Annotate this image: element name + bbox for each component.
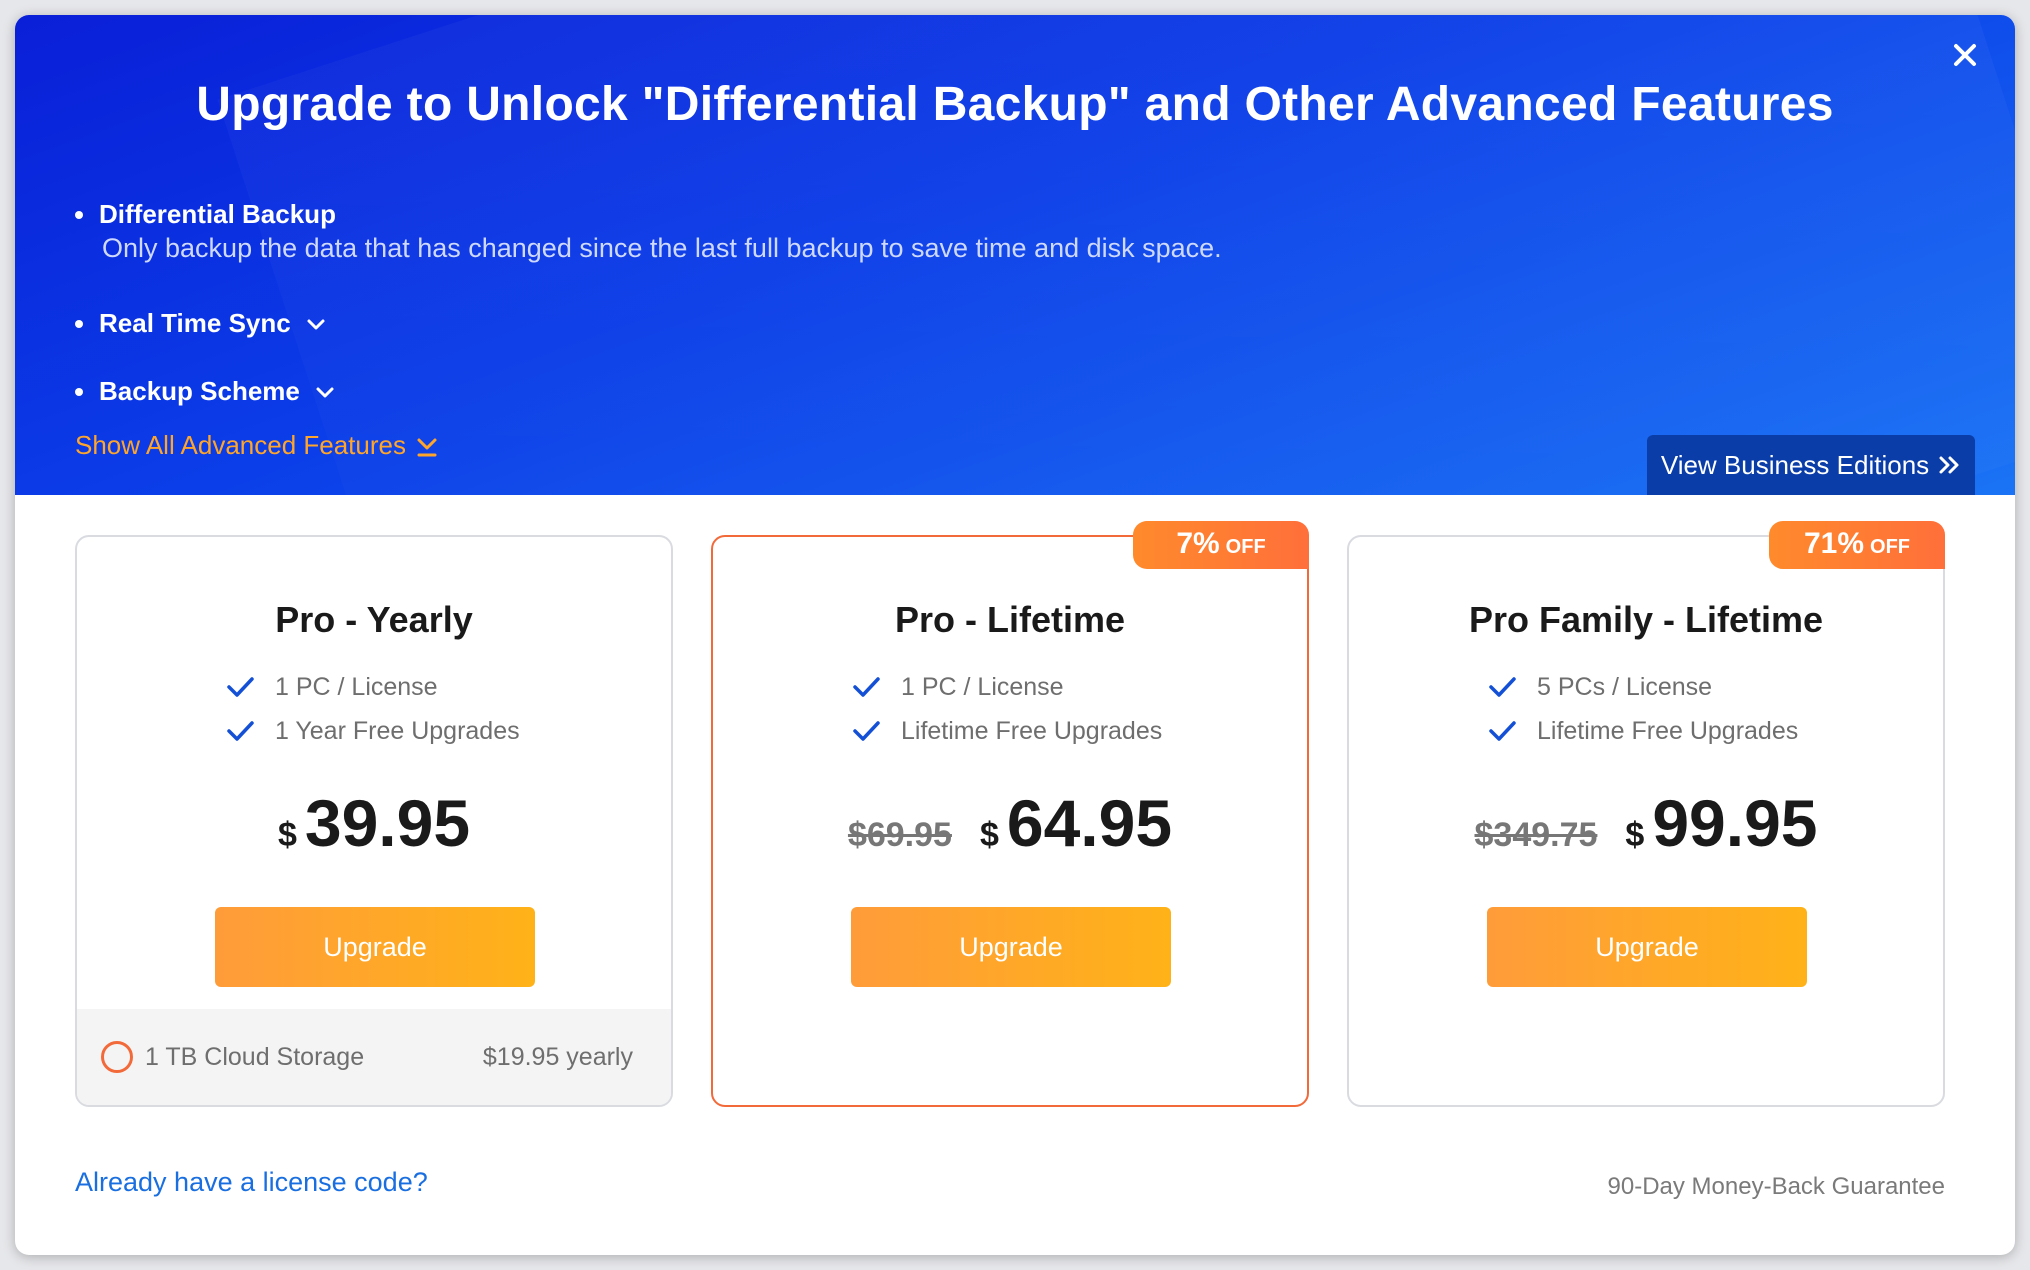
original-price: $349.75 [1474, 816, 1598, 854]
discount-percent: 71% [1803, 527, 1865, 560]
currency-symbol: $ [979, 816, 999, 854]
check-icon [851, 716, 881, 746]
view-business-editions-button[interactable]: View Business Editions [1647, 435, 1975, 495]
plan-feature-item: Lifetime Free Upgrades [851, 709, 1162, 753]
chevron-down-icon [314, 381, 336, 403]
plan-feature-list: 1 PC / License Lifetime Free Upgrades [851, 665, 1162, 753]
check-icon [1487, 716, 1517, 746]
discount-off-label: OFF [1870, 536, 1911, 558]
dialog-title: Upgrade to Unlock "Differential Backup" … [196, 78, 1834, 131]
feature-name: Backup Scheme [99, 376, 300, 406]
plan-card-pro-family-lifetime: 71% OFF Pro Family - Lifetime 5 PCs / Li… [1347, 521, 1945, 1107]
feature-backup-scheme[interactable]: Backup Scheme [75, 376, 336, 407]
discount-off-label: OFF [1225, 536, 1266, 558]
feature-real-time-sync[interactable]: Real Time Sync [75, 308, 327, 339]
bullet [75, 319, 83, 328]
plan-feature-item: 1 PC / License [851, 665, 1162, 709]
upgrade-button[interactable]: Upgrade [851, 907, 1171, 987]
plan-feature-list: 5 PCs / License Lifetime Free Upgrades [1487, 665, 1798, 753]
price-row: $349.75 $ 99.95 [1349, 785, 1943, 861]
feature-description: Only backup the data that has changed si… [102, 233, 1222, 263]
addon-radio[interactable] [101, 1041, 133, 1073]
bullet [75, 387, 83, 396]
check-icon [225, 672, 255, 702]
plan-feature-text: 1 Year Free Upgrades [275, 716, 520, 745]
feature-name: Real Time Sync [99, 308, 291, 338]
check-icon [1487, 672, 1517, 702]
chevron-down-underline-icon [416, 434, 438, 458]
show-all-label: Show All Advanced Features [75, 430, 406, 460]
currency-symbol: $ [1625, 816, 1645, 854]
price-amount: 64.95 [1006, 786, 1173, 860]
plan-feature-text: 1 PC / License [275, 672, 438, 701]
show-all-features-link[interactable]: Show All Advanced Features [75, 430, 438, 461]
original-price: $69.95 [847, 816, 952, 854]
check-icon [225, 716, 255, 746]
price-row: $69.95 $ 64.95 [713, 785, 1307, 861]
check-icon [851, 672, 881, 702]
plan-feature-text: 5 PCs / License [1537, 672, 1713, 701]
upgrade-dialog: Upgrade to Unlock "Differential Backup" … [15, 15, 2015, 1255]
plan-card-pro-lifetime: 7% OFF Pro - Lifetime 1 PC / License Lif… [711, 521, 1309, 1107]
plan-feature-item: 1 Year Free Upgrades [225, 709, 520, 753]
discount-badge: 71% OFF [1769, 521, 1945, 569]
license-code-link[interactable]: Already have a license code? [75, 1167, 428, 1198]
cloud-storage-addon: 1 TB Cloud Storage $19.95 yearly [77, 1009, 671, 1105]
plan-feature-item: 1 PC / License [225, 665, 520, 709]
price-amount: 39.95 [304, 786, 471, 860]
business-button-label: View Business Editions [1660, 449, 1930, 480]
plan-feature-list: 1 PC / License 1 Year Free Upgrades [225, 665, 520, 753]
plan-feature-text: Lifetime Free Upgrades [901, 716, 1163, 745]
plan-feature-text: Lifetime Free Upgrades [1537, 716, 1799, 745]
double-chevron-right-icon [1937, 454, 1961, 476]
close-icon [1954, 44, 1976, 66]
plan-title: Pro - Yearly [275, 599, 473, 640]
feature-name: Differential Backup [99, 199, 336, 229]
discount-badge: 7% OFF [1133, 521, 1309, 569]
price-row: $ 39.95 [77, 785, 671, 861]
addon-label: 1 TB Cloud Storage [145, 1042, 365, 1071]
discount-percent: 7% [1176, 527, 1220, 560]
upgrade-button[interactable]: Upgrade [215, 907, 535, 987]
hero-banner: Upgrade to Unlock "Differential Backup" … [15, 15, 2015, 495]
plan-feature-text: 1 PC / License [901, 672, 1064, 701]
plan-feature-item: Lifetime Free Upgrades [1487, 709, 1798, 753]
currency-symbol: $ [277, 816, 297, 854]
money-back-guarantee: 90-Day Money-Back Guarantee [1607, 1173, 1946, 1200]
addon-price: $19.95 yearly [482, 1042, 633, 1071]
close-button[interactable] [1945, 35, 1985, 75]
chevron-down-icon [305, 313, 327, 335]
plan-title: Pro - Lifetime [894, 599, 1126, 640]
plan-feature-item: 5 PCs / License [1487, 665, 1798, 709]
price-amount: 99.95 [1652, 786, 1818, 860]
bullet [75, 210, 83, 219]
plan-card-pro-yearly: Pro - Yearly 1 PC / License 1 Year Free … [75, 535, 673, 1107]
upgrade-button[interactable]: Upgrade [1487, 907, 1807, 987]
plan-title: Pro Family - Lifetime [1468, 599, 1824, 640]
feature-differential-backup: Differential Backup [75, 199, 336, 230]
